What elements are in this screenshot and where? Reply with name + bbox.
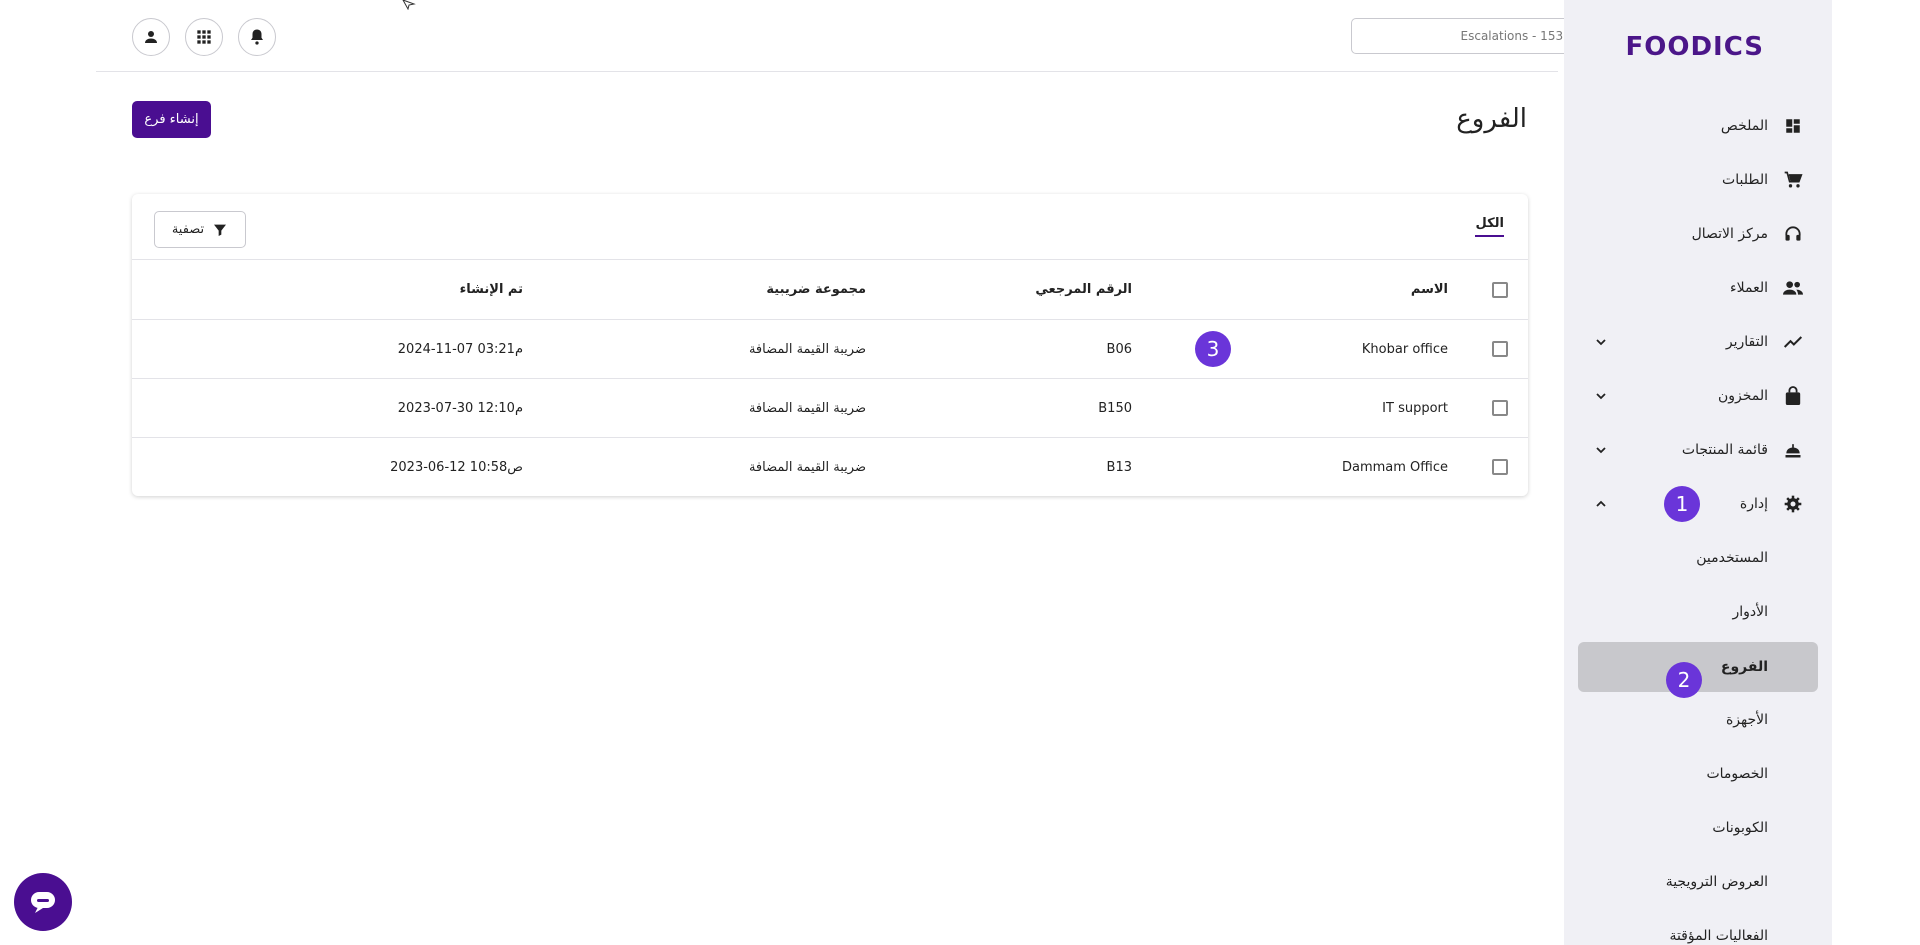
- sidebar-item-discounts[interactable]: الخصومات: [1578, 752, 1818, 796]
- step-badge-2: 2: [1666, 662, 1702, 698]
- chevron-down-icon: [1592, 387, 1610, 405]
- column-header-created[interactable]: تم الإنشاء: [460, 260, 523, 319]
- sidebar-item-coupons[interactable]: الكوبونات: [1578, 806, 1818, 850]
- sidebar-item-reports[interactable]: التقارير: [1578, 320, 1818, 364]
- table-row[interactable]: Dammam Office B13 ضريبة القيمة المضافة 2…: [132, 437, 1528, 496]
- cell-created: 2024-11-07 03:21م: [397, 341, 523, 357]
- cell-reference: B06: [1106, 341, 1132, 357]
- cell-tax-group: ضريبة القيمة المضافة: [748, 459, 866, 475]
- chart-line-icon: [1782, 331, 1804, 353]
- sidebar-item-timed-events[interactable]: الفعاليات المؤقتة: [1578, 914, 1818, 945]
- row-checkbox[interactable]: [1492, 400, 1508, 416]
- apps-button[interactable]: [185, 18, 223, 56]
- cell-reference: B150: [1098, 400, 1132, 416]
- sidebar-item-label: إدارة: [1739, 496, 1768, 512]
- sidebar-item-label: مركز الاتصال: [1691, 226, 1768, 242]
- sidebar-item-label: الكوبونات: [1712, 820, 1768, 836]
- cell-reference: B13: [1106, 459, 1132, 475]
- table-row[interactable]: Khobar office B06 ضريبة القيمة المضافة 2…: [132, 319, 1528, 378]
- branches-card: الكل تصفية الاسم الرقم المرجعي مجموعة ضر…: [132, 194, 1528, 496]
- sidebar-item-label: المستخدمين: [1696, 550, 1768, 566]
- column-header-name[interactable]: الاسم: [1411, 260, 1448, 319]
- sidebar-item-call-center[interactable]: مركز الاتصال: [1578, 212, 1818, 256]
- sidebar-item-promotions[interactable]: العروض الترويجية: [1578, 860, 1818, 904]
- row-checkbox[interactable]: [1492, 459, 1508, 475]
- chat-icon: [31, 892, 55, 913]
- sidebar-item-dashboard[interactable]: الملخص: [1578, 104, 1818, 148]
- search-input[interactable]: [1362, 19, 1588, 53]
- dashboard-icon: [1782, 115, 1804, 137]
- bell-icon: [251, 29, 263, 45]
- sidebar-item-label: الأدوار: [1732, 604, 1768, 620]
- foodics-logo: FOODICS: [1625, 32, 1764, 62]
- sidebar-item-label: الملخص: [1720, 118, 1768, 134]
- select-all-checkbox[interactable]: [1492, 282, 1508, 298]
- sidebar-item-label: التقارير: [1725, 334, 1768, 350]
- cell-name: Khobar office: [1361, 341, 1448, 357]
- cell-name: IT support: [1382, 400, 1448, 416]
- column-header-reference[interactable]: الرقم المرجعي: [1035, 260, 1132, 319]
- sidebar-item-label: العروض الترويجية: [1665, 874, 1768, 890]
- menu-icon: [1782, 439, 1804, 461]
- notifications-button[interactable]: [238, 18, 276, 56]
- tab-all[interactable]: الكل: [1475, 216, 1504, 237]
- filter-button[interactable]: تصفية: [154, 211, 246, 248]
- chevron-down-icon: [1592, 333, 1610, 351]
- cell-name: Dammam Office: [1341, 459, 1448, 475]
- page-title: الفروع: [1456, 104, 1527, 134]
- sidebar-item-label: المخزون: [1717, 388, 1768, 404]
- table-row[interactable]: IT support B150 ضريبة القيمة المضافة 202…: [132, 378, 1528, 437]
- sidebar-item-devices[interactable]: الأجهزة: [1578, 698, 1818, 742]
- sidebar-item-users[interactable]: المستخدمين: [1578, 536, 1818, 580]
- gear-icon: [1782, 493, 1804, 515]
- cell-created: 2023-07-30 12:10م: [397, 400, 523, 416]
- chevron-up-icon: [1592, 495, 1610, 513]
- sidebar-item-label: الطلبات: [1722, 172, 1768, 188]
- top-bar: [96, 0, 1623, 72]
- sidebar: FOODICS الملخص الطلبات مركز الاتصال العم…: [1564, 0, 1832, 945]
- sidebar-item-label: الفعاليات المؤقتة: [1669, 928, 1768, 944]
- apps-grid-icon: [197, 30, 211, 44]
- cell-created: 2023-06-12 10:58ص: [390, 459, 523, 475]
- chat-button[interactable]: [14, 873, 72, 931]
- profile-button[interactable]: [132, 18, 170, 56]
- sidebar-item-roles[interactable]: الأدوار: [1578, 590, 1818, 634]
- table-header-row: الاسم الرقم المرجعي مجموعة ضريبية تم الإ…: [132, 259, 1528, 319]
- filter-icon: [214, 224, 227, 236]
- column-header-tax-group[interactable]: مجموعة ضريبية: [766, 260, 866, 319]
- step-badge-1: 1: [1664, 486, 1700, 522]
- sidebar-item-label: الفروع: [1720, 659, 1768, 675]
- sidebar-item-menu[interactable]: قائمة المنتجات: [1578, 428, 1818, 472]
- sidebar-item-inventory[interactable]: المخزون: [1578, 374, 1818, 418]
- people-icon: [1782, 277, 1804, 299]
- sidebar-item-label: الأجهزة: [1725, 712, 1768, 728]
- user-icon: [145, 31, 157, 43]
- sidebar-item-customers[interactable]: العملاء: [1578, 266, 1818, 310]
- sidebar-item-orders[interactable]: الطلبات: [1578, 158, 1818, 202]
- step-badge-3: 3: [1195, 331, 1231, 367]
- cell-tax-group: ضريبة القيمة المضافة: [748, 400, 866, 416]
- headset-icon: [1782, 223, 1804, 245]
- filter-label: تصفية: [171, 222, 205, 237]
- cursor-icon: [402, 0, 416, 10]
- bag-icon: [1782, 385, 1804, 407]
- create-branch-button[interactable]: إنشاء فرع: [132, 101, 211, 138]
- cell-tax-group: ضريبة القيمة المضافة: [748, 341, 866, 357]
- row-checkbox[interactable]: [1492, 341, 1508, 357]
- sidebar-item-label: الخصومات: [1706, 766, 1768, 782]
- sidebar-item-label: قائمة المنتجات: [1681, 442, 1768, 458]
- cart-icon: [1782, 169, 1804, 191]
- sidebar-item-label: العملاء: [1730, 280, 1768, 296]
- chevron-down-icon: [1592, 441, 1610, 459]
